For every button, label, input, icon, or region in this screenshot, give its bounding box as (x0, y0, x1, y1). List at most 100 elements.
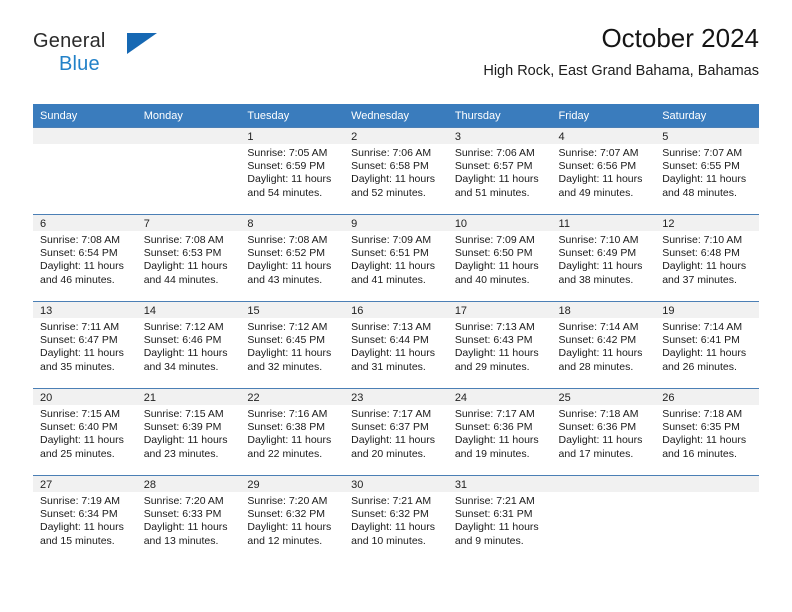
day-cell-inner (136, 127, 241, 214)
sunrise-text: Sunrise: 7:14 AM (662, 321, 743, 333)
calendar-day-cell[interactable]: 4 Sunrise: 7:07 AM Sunset: 6:56 PM Dayli… (551, 127, 656, 214)
calendar-day-cell[interactable] (136, 127, 241, 214)
calendar-day-cell[interactable] (33, 127, 137, 214)
calendar-day-cell[interactable]: 10 Sunrise: 7:09 AM Sunset: 6:50 PM Dayl… (447, 214, 552, 301)
day-details: Sunrise: 7:18 AM Sunset: 6:35 PM Dayligh… (655, 405, 759, 461)
calendar-day-cell[interactable]: 5 Sunrise: 7:07 AM Sunset: 6:55 PM Dayli… (655, 127, 759, 214)
sunrise-text: Sunrise: 7:10 AM (558, 234, 639, 246)
day-details: Sunrise: 7:19 AM Sunset: 6:34 PM Dayligh… (33, 492, 137, 548)
generalblue-logo[interactable]: General Blue (33, 30, 157, 82)
sunrise-text: Sunrise: 7:13 AM (351, 321, 432, 333)
page-title: October 2024 (601, 23, 759, 53)
day-number: 13 (33, 302, 137, 318)
calendar-day-cell[interactable]: 12 Sunrise: 7:10 AM Sunset: 6:48 PM Dayl… (655, 214, 759, 301)
calendar-day-cell[interactable]: 28 Sunrise: 7:20 AM Sunset: 6:33 PM Dayl… (136, 475, 241, 562)
calendar-day-cell[interactable]: 25 Sunrise: 7:18 AM Sunset: 6:36 PM Dayl… (551, 388, 656, 475)
day-number: 27 (33, 476, 137, 492)
calendar-day-cell[interactable]: 3 Sunrise: 7:06 AM Sunset: 6:57 PM Dayli… (447, 127, 552, 214)
day-number: 15 (240, 302, 345, 318)
daylight-text-line1: Daylight: 11 hours (143, 260, 228, 273)
day-details (137, 144, 241, 147)
daylight-text-line2: and 13 minutes. (143, 534, 219, 547)
sunset-text: Sunset: 6:46 PM (143, 334, 222, 347)
calendar-day-cell[interactable]: 8 Sunrise: 7:08 AM Sunset: 6:52 PM Dayli… (240, 214, 345, 301)
day-cell-inner: 24 Sunrise: 7:17 AM Sunset: 6:36 PM Dayl… (447, 388, 552, 475)
calendar-day-cell[interactable]: 11 Sunrise: 7:10 AM Sunset: 6:49 PM Dayl… (551, 214, 656, 301)
calendar-day-cell[interactable]: 13 Sunrise: 7:11 AM Sunset: 6:47 PM Dayl… (33, 301, 137, 388)
calendar-day-cell[interactable]: 18 Sunrise: 7:14 AM Sunset: 6:42 PM Dayl… (551, 301, 656, 388)
daylight-text-line2: and 38 minutes. (558, 273, 634, 286)
calendar-day-cell[interactable]: 16 Sunrise: 7:13 AM Sunset: 6:44 PM Dayl… (344, 301, 448, 388)
calendar-day-cell[interactable]: 24 Sunrise: 7:17 AM Sunset: 6:36 PM Dayl… (447, 388, 552, 475)
day-cell-inner: 26 Sunrise: 7:18 AM Sunset: 6:35 PM Dayl… (655, 388, 759, 475)
calendar-day-cell[interactable]: 2 Sunrise: 7:06 AM Sunset: 6:58 PM Dayli… (344, 127, 448, 214)
calendar-day-cell[interactable]: 14 Sunrise: 7:12 AM Sunset: 6:46 PM Dayl… (136, 301, 241, 388)
day-details: Sunrise: 7:16 AM Sunset: 6:38 PM Dayligh… (240, 405, 344, 461)
day-details (33, 144, 137, 147)
calendar-day-cell[interactable]: 23 Sunrise: 7:17 AM Sunset: 6:37 PM Dayl… (344, 388, 448, 475)
day-number (136, 128, 241, 144)
calendar-day-cell[interactable]: 27 Sunrise: 7:19 AM Sunset: 6:34 PM Dayl… (33, 475, 137, 562)
day-details: Sunrise: 7:14 AM Sunset: 6:42 PM Dayligh… (552, 318, 656, 374)
sunset-text: Sunset: 6:42 PM (558, 334, 637, 347)
calendar-day-cell[interactable]: 31 Sunrise: 7:21 AM Sunset: 6:31 PM Dayl… (447, 475, 552, 562)
daylight-text-line1: Daylight: 11 hours (662, 173, 747, 186)
calendar-day-cell[interactable]: 30 Sunrise: 7:21 AM Sunset: 6:32 PM Dayl… (344, 475, 448, 562)
sunset-text: Sunset: 6:56 PM (558, 160, 637, 173)
day-number: 11 (551, 215, 656, 231)
sunset-text: Sunset: 6:32 PM (351, 508, 429, 521)
day-number: 24 (447, 389, 552, 405)
daylight-text-line2: and 28 minutes. (558, 360, 634, 373)
sunrise-text: Sunrise: 7:12 AM (143, 321, 224, 333)
calendar-day-cell[interactable]: 1 Sunrise: 7:05 AM Sunset: 6:59 PM Dayli… (240, 127, 345, 214)
day-details: Sunrise: 7:06 AM Sunset: 6:57 PM Dayligh… (448, 144, 552, 200)
calendar-day-cell[interactable]: 9 Sunrise: 7:09 AM Sunset: 6:51 PM Dayli… (344, 214, 448, 301)
day-cell-inner (33, 127, 137, 214)
day-details: Sunrise: 7:12 AM Sunset: 6:46 PM Dayligh… (137, 318, 241, 374)
day-number: 7 (136, 215, 241, 231)
calendar-day-cell[interactable] (551, 475, 656, 562)
sunrise-text: Sunrise: 7:06 AM (454, 147, 535, 159)
day-cell-inner: 13 Sunrise: 7:11 AM Sunset: 6:47 PM Dayl… (33, 301, 137, 388)
calendar-day-cell[interactable]: 21 Sunrise: 7:15 AM Sunset: 6:39 PM Dayl… (136, 388, 241, 475)
daylight-text-line1: Daylight: 11 hours (247, 173, 332, 186)
daylight-text-line1: Daylight: 11 hours (351, 173, 435, 186)
sunset-text: Sunset: 6:51 PM (351, 247, 429, 260)
calendar-day-cell[interactable]: 26 Sunrise: 7:18 AM Sunset: 6:35 PM Dayl… (655, 388, 759, 475)
calendar-week-row: 27 Sunrise: 7:19 AM Sunset: 6:34 PM Dayl… (33, 475, 759, 562)
daylight-text-line2: and 35 minutes. (40, 360, 115, 373)
sunset-text: Sunset: 6:53 PM (143, 247, 222, 260)
day-number: 6 (33, 215, 137, 231)
day-number: 19 (655, 302, 759, 318)
daylight-text-line1: Daylight: 11 hours (454, 260, 539, 273)
calendar-day-cell[interactable]: 7 Sunrise: 7:08 AM Sunset: 6:53 PM Dayli… (136, 214, 241, 301)
day-details: Sunrise: 7:21 AM Sunset: 6:31 PM Dayligh… (448, 492, 552, 548)
logo-text-blue: Blue (59, 53, 100, 75)
day-number: 10 (447, 215, 552, 231)
calendar-day-cell[interactable]: 22 Sunrise: 7:16 AM Sunset: 6:38 PM Dayl… (240, 388, 345, 475)
day-cell-inner: 2 Sunrise: 7:06 AM Sunset: 6:58 PM Dayli… (344, 127, 448, 214)
calendar-day-cell[interactable] (655, 475, 759, 562)
daylight-text-line2: and 17 minutes. (558, 447, 634, 460)
calendar-day-cell[interactable]: 6 Sunrise: 7:08 AM Sunset: 6:54 PM Dayli… (33, 214, 137, 301)
sunrise-text: Sunrise: 7:19 AM (40, 495, 120, 507)
day-number: 12 (655, 215, 759, 231)
sunrise-text: Sunrise: 7:13 AM (454, 321, 535, 333)
day-details: Sunrise: 7:08 AM Sunset: 6:54 PM Dayligh… (33, 231, 137, 287)
day-details: Sunrise: 7:08 AM Sunset: 6:53 PM Dayligh… (137, 231, 241, 287)
sunrise-text: Sunrise: 7:12 AM (247, 321, 328, 333)
calendar-day-cell[interactable]: 15 Sunrise: 7:12 AM Sunset: 6:45 PM Dayl… (240, 301, 345, 388)
daylight-text-line1: Daylight: 11 hours (558, 173, 643, 186)
day-details: Sunrise: 7:11 AM Sunset: 6:47 PM Dayligh… (33, 318, 137, 374)
calendar-day-cell[interactable]: 20 Sunrise: 7:15 AM Sunset: 6:40 PM Dayl… (33, 388, 137, 475)
sunset-text: Sunset: 6:47 PM (40, 334, 118, 347)
day-cell-inner: 20 Sunrise: 7:15 AM Sunset: 6:40 PM Dayl… (33, 388, 137, 475)
day-number: 4 (551, 128, 656, 144)
day-details: Sunrise: 7:15 AM Sunset: 6:39 PM Dayligh… (137, 405, 241, 461)
calendar-day-cell[interactable]: 19 Sunrise: 7:14 AM Sunset: 6:41 PM Dayl… (655, 301, 759, 388)
day-details: Sunrise: 7:05 AM Sunset: 6:59 PM Dayligh… (240, 144, 344, 200)
day-number: 5 (655, 128, 759, 144)
calendar-day-cell[interactable]: 17 Sunrise: 7:13 AM Sunset: 6:43 PM Dayl… (447, 301, 552, 388)
calendar-day-cell[interactable]: 29 Sunrise: 7:20 AM Sunset: 6:32 PM Dayl… (240, 475, 345, 562)
day-number: 23 (344, 389, 448, 405)
